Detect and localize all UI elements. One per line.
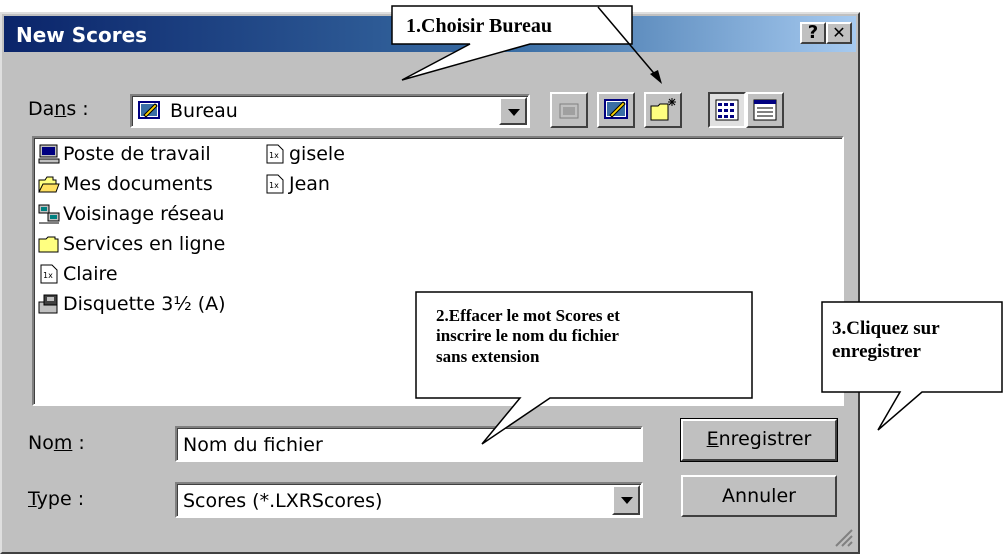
callout-2-text: 2.Effacer le mot Scores et inscrire le n… xyxy=(436,306,620,367)
callout-bubbles xyxy=(391,5,1003,445)
callout-2-line-2: inscrire le nom du fichier xyxy=(436,326,619,346)
callout-2-line-3: sans extension xyxy=(436,346,540,366)
callout-2-line-1: 2.Effacer le mot Scores et xyxy=(436,306,620,325)
callout-3-line-1: 3.Cliquez sur xyxy=(832,318,940,339)
callout-1-arrowhead xyxy=(650,70,662,84)
callout-1-text: 1.Choisir Bureau xyxy=(406,15,552,37)
callout-3-text: 3.Cliquez sur enregistrer xyxy=(832,318,940,364)
callout-3-line-2: enregistrer xyxy=(832,340,921,362)
